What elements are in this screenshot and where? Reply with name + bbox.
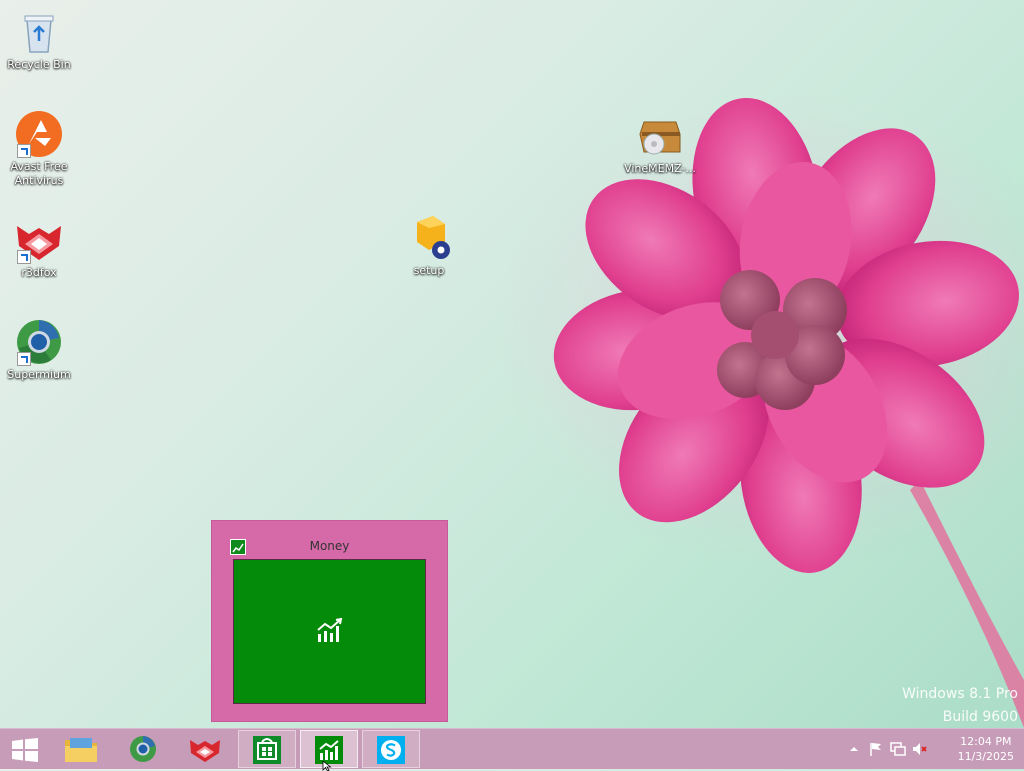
- volume-muted-icon[interactable]: [912, 741, 928, 757]
- desktop-icon-r3dfox[interactable]: r3dfox: [1, 216, 77, 280]
- shortcut-arrow-icon: [17, 250, 31, 264]
- watermark-build: Build 9600: [942, 709, 1018, 725]
- supermium-icon: [15, 318, 63, 366]
- desktop-icon-setup[interactable]: setup: [391, 214, 467, 278]
- money-chart-icon: [317, 618, 343, 642]
- desktop-icon-label: Avast Free Antivirus: [10, 160, 68, 187]
- desktop-icon-label: VineMEMZ-...: [624, 162, 696, 175]
- taskbar-r3dfox[interactable]: [176, 730, 234, 768]
- action-center-flag-icon[interactable]: [868, 741, 884, 757]
- skype-icon: [377, 736, 405, 764]
- desktop-icon-label: Supermium: [7, 368, 71, 381]
- recycle-bin-icon: [15, 8, 63, 56]
- watermark-edition: Windows 8.1 Pro: [902, 686, 1018, 702]
- taskbar: 12:04 PM 11/3/2025: [0, 728, 1024, 771]
- start-button[interactable]: [0, 730, 50, 768]
- r3dfox-icon: [15, 216, 63, 264]
- network-icon[interactable]: [890, 741, 906, 757]
- clock-date: 11/3/2025: [957, 750, 1014, 763]
- desktop-icon-recycle-bin[interactable]: Recycle Bin: [1, 8, 77, 72]
- supermium-icon: [130, 736, 156, 762]
- clock-time: 12:04 PM: [960, 735, 1012, 748]
- windows-start-icon: [12, 738, 38, 762]
- thumbnail-title: Money: [309, 539, 350, 553]
- desktop-icon-label: setup: [413, 264, 445, 277]
- money-icon: [315, 736, 343, 764]
- desktop-icon-label: r3dfox: [21, 266, 57, 279]
- store-icon: [253, 736, 281, 764]
- shortcut-arrow-icon: [17, 352, 31, 366]
- installer-package-icon: [636, 112, 684, 160]
- avast-icon: [15, 110, 63, 158]
- taskbar-money[interactable]: [300, 730, 358, 771]
- file-explorer-icon: [65, 738, 97, 762]
- taskbar-store[interactable]: [238, 730, 296, 768]
- mouse-cursor-icon: [322, 761, 332, 771]
- system-clock[interactable]: 12:04 PM 11/3/2025: [958, 734, 1014, 764]
- r3dfox-icon: [190, 740, 220, 762]
- show-hidden-icons-icon[interactable]: [846, 741, 862, 757]
- taskbar-supermium[interactable]: [114, 730, 172, 768]
- desktop-icon-supermium[interactable]: Supermium: [1, 318, 77, 382]
- taskbar-thumbnail-money[interactable]: Money: [211, 520, 448, 722]
- desktop-icon-avast[interactable]: Avast Free Antivirus: [1, 110, 77, 188]
- system-tray: 12:04 PM 11/3/2025: [844, 729, 1024, 769]
- windows-watermark: Windows 8.1 Pro Build 9600: [902, 683, 1018, 729]
- taskbar-file-explorer[interactable]: [52, 730, 110, 768]
- wallpaper-flower: [553, 97, 1024, 728]
- desktop-icon-vinememz[interactable]: VineMEMZ-...: [622, 112, 698, 176]
- shortcut-arrow-icon: [17, 144, 31, 158]
- setup-icon: [405, 214, 453, 262]
- taskbar-skype[interactable]: [362, 730, 420, 768]
- thumbnail-preview[interactable]: [233, 559, 426, 704]
- desktop-icon-label: Recycle Bin: [7, 58, 71, 71]
